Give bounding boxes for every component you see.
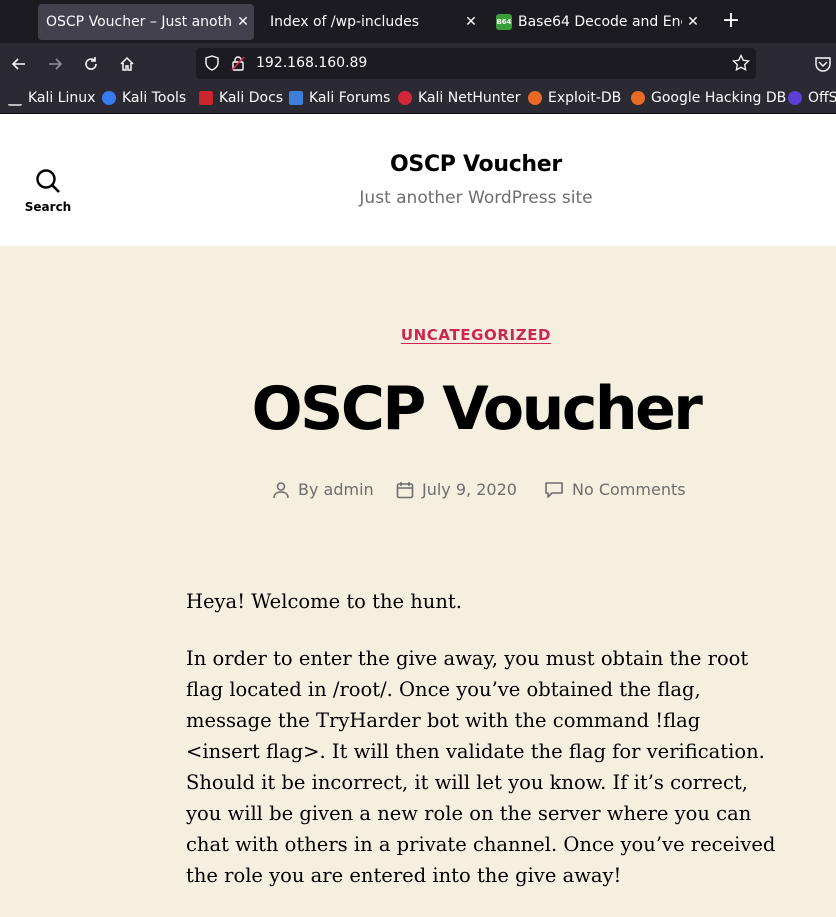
home-icon[interactable]	[114, 51, 140, 77]
tab-oscp-voucher[interactable]: OSCP Voucher – Just another WordPress si…	[38, 4, 254, 40]
kali-forums-icon	[289, 91, 303, 105]
close-icon[interactable]: ✕	[460, 14, 482, 30]
bookmark-kali-nethunter[interactable]: Kali NetHunter	[398, 90, 520, 106]
bookmark-exploit-db[interactable]: Exploit-DB	[528, 90, 621, 106]
bookmark-label: Kali NetHunter	[418, 90, 521, 106]
bookmark-google-hacking-db[interactable]: Google Hacking DB	[631, 90, 786, 106]
post-author[interactable]: By admin	[272, 480, 374, 499]
pocket-icon[interactable]	[814, 55, 832, 77]
bookmark-label: Kali Tools	[122, 90, 187, 106]
tab-title: OSCP Voucher – Just another WordPress si…	[46, 14, 232, 30]
tab-wp-includes[interactable]: Index of /wp-includes ✕	[262, 4, 482, 40]
author-text: By admin	[298, 480, 374, 499]
base64-favicon-icon: B64	[496, 14, 512, 30]
ghdb-icon	[631, 91, 645, 105]
paragraph: Heya! Welcome to the hunt.	[186, 590, 462, 613]
address-bar[interactable]: 192.168.160.89	[196, 48, 756, 79]
new-tab-icon[interactable]: +	[718, 8, 744, 34]
bookmark-kali-forums[interactable]: Kali Forums	[289, 90, 390, 106]
tab-title: Index of /wp-includes	[270, 14, 420, 30]
shield-icon[interactable]	[204, 55, 220, 75]
site-header: Search OSCP Voucher Just another WordPre…	[0, 114, 836, 246]
post-content: Heya! Welcome to the hunt. In order to e…	[186, 586, 776, 917]
bookmark-kali-tools[interactable]: Kali Tools	[102, 90, 186, 106]
comments-text: No Comments	[572, 480, 686, 499]
nav-bar: 192.168.160.89	[0, 43, 836, 84]
nethunter-icon	[398, 91, 412, 105]
kali-docs-icon	[199, 91, 213, 105]
bookmark-label: Kali Linux	[28, 90, 96, 106]
site-title[interactable]: OSCP Voucher	[0, 152, 836, 177]
close-icon[interactable]: ✕	[232, 14, 254, 30]
site-description: Just another WordPress site	[359, 188, 593, 208]
back-icon[interactable]	[6, 51, 32, 77]
comment-icon	[545, 481, 563, 498]
bookmark-kali-docs[interactable]: Kali Docs	[199, 90, 283, 106]
date-text: July 9, 2020	[422, 480, 517, 499]
url-text: 192.168.160.89	[256, 55, 368, 71]
post-comments[interactable]: No Comments	[544, 480, 686, 499]
bookmark-label: Exploit-DB	[548, 90, 622, 106]
user-icon	[273, 481, 289, 498]
kali-dragon-icon	[8, 90, 22, 106]
post-date[interactable]: July 9, 2020	[396, 480, 517, 499]
bookmarks-toolbar: Kali Linux Kali Tools Kali Docs Kali For…	[0, 84, 836, 114]
bookmark-offsec[interactable]: OffSec	[788, 90, 836, 106]
close-icon[interactable]: ✕	[682, 14, 704, 30]
bookmark-label: Kali Docs	[219, 90, 284, 106]
bookmark-label: OffSec	[808, 90, 836, 106]
bookmark-label: Kali Forums	[309, 90, 391, 106]
bookmark-label: Google Hacking DB	[651, 90, 787, 106]
insecure-lock-icon[interactable]	[230, 55, 246, 75]
exploit-db-icon	[528, 91, 542, 105]
tab-bar: OSCP Voucher – Just another WordPress si…	[0, 0, 836, 43]
calendar-icon	[396, 481, 414, 498]
forward-icon[interactable]	[42, 51, 68, 77]
offsec-icon	[788, 91, 802, 105]
tab-title: Base64 Decode and Encode - Online	[518, 14, 682, 30]
tab-base64[interactable]: B64 Base64 Decode and Encode - Online ✕	[488, 4, 704, 40]
paragraph: In order to enter the give away, you mus…	[186, 647, 776, 887]
category-link[interactable]: UNCATEGORIZED	[0, 326, 836, 344]
post-title: OSCP Voucher	[251, 374, 703, 444]
reload-icon[interactable]	[78, 51, 104, 77]
bookmark-star-icon[interactable]	[732, 53, 750, 76]
bookmark-kali-linux[interactable]: Kali Linux	[8, 90, 95, 106]
kali-tools-icon	[102, 91, 116, 105]
